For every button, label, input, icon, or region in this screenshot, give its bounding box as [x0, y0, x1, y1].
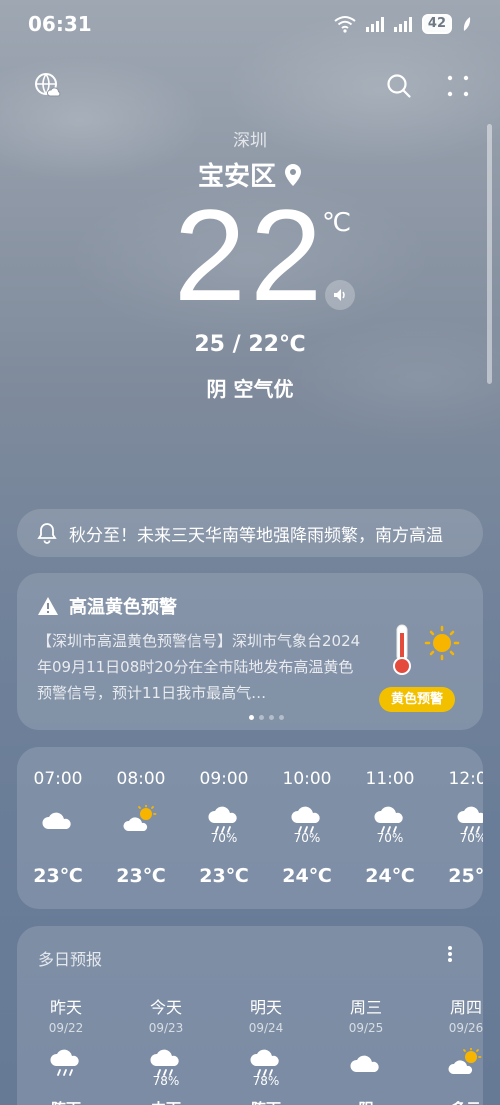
rain-icon — [289, 805, 325, 833]
thermometer-sun-icon — [393, 624, 460, 675]
day-precipitation: 78% — [152, 1074, 180, 1088]
city-manage-button[interactable] — [30, 68, 66, 104]
daily-forecast-card[interactable]: 多日预报 昨天 09/22 阵雨 今天 09/23 78% 中雨 明天 09/24 78% 阵雨 周三… — [17, 926, 483, 1105]
day-condition: 多云 — [426, 1098, 483, 1105]
top-bar — [0, 68, 500, 108]
rain-icon — [48, 1048, 84, 1078]
hour-temperature: 23℃ — [199, 865, 249, 887]
city-name: 深圳 — [233, 131, 267, 151]
warning-icon — [38, 597, 58, 615]
hour-time: 12:00 — [448, 769, 484, 789]
weather-alert-card[interactable]: 高温黄色预警 【深圳市高温黄色预警信号】深圳市气象台2024年09月11日08时… — [17, 573, 483, 730]
day-date: 09/23 — [148, 1021, 184, 1035]
cloudy-icon — [348, 1048, 384, 1078]
hour-time: 11:00 — [365, 769, 415, 789]
day-condition: 阵雨 — [226, 1098, 306, 1105]
temperature-range: 25 / 22℃ — [194, 332, 306, 357]
search-button[interactable] — [381, 68, 417, 104]
rain-icon — [372, 805, 408, 833]
condition-text: 阴 空气优 — [206, 377, 294, 401]
signal-icon-2 — [393, 16, 412, 32]
alert-level-badge: 黄色预警 — [379, 687, 455, 712]
day-date: 09/25 — [348, 1021, 384, 1035]
day-condition: 阵雨 — [26, 1098, 106, 1105]
partly-cloudy-icon — [123, 804, 159, 833]
hour-precipitation: 70% — [210, 831, 238, 845]
day-date: 09/22 — [48, 1021, 84, 1035]
alert-body: 【深圳市高温黄色预警信号】深圳市气象台2024年09月11日08时20分在全市陆… — [37, 632, 361, 702]
page-dot — [249, 715, 254, 720]
day-name: 周四 — [449, 998, 482, 1017]
current-temperature: 22 — [173, 182, 327, 328]
page-dot — [269, 715, 274, 720]
hour-time: 07:00 — [33, 769, 83, 789]
hour-temperature: 23℃ — [33, 865, 83, 887]
hour-time: 09:00 — [199, 769, 249, 789]
day-condition: 中雨 — [126, 1098, 206, 1105]
cloudy-icon — [40, 805, 76, 833]
more-grid-icon — [447, 75, 469, 97]
hour-time: 10:00 — [282, 769, 332, 789]
temperature-unit: ℃ — [322, 208, 352, 238]
battery-indicator: 42 — [421, 14, 452, 34]
day-date: 09/24 — [248, 1021, 284, 1035]
day-name: 今天 — [149, 998, 182, 1017]
hour-temperature: 25℃ — [448, 865, 483, 887]
speaker-icon — [334, 289, 345, 301]
more-vertical-icon[interactable] — [445, 944, 455, 964]
notice-text: 秋分至！未来三天华南等地强降雨频繁，南方高温 — [69, 525, 443, 546]
day-name: 昨天 — [49, 998, 82, 1017]
hour-temperature: 24℃ — [282, 865, 332, 887]
more-menu-button[interactable] — [440, 68, 476, 104]
globe-cloud-icon — [35, 73, 61, 97]
wifi-icon — [334, 16, 356, 33]
current-temp-block: 22 ℃ — [0, 190, 500, 320]
page-dot — [259, 715, 264, 720]
status-time: 06:31 — [28, 12, 92, 36]
alert-page-indicator — [249, 715, 284, 720]
status-icons: 42 — [334, 14, 472, 34]
day-condition: 阴 — [326, 1098, 406, 1105]
partly-cloudy-icon — [448, 1047, 483, 1078]
hour-temperature: 24℃ — [365, 865, 415, 887]
hour-precipitation: 70% — [459, 831, 483, 845]
rain-icon — [455, 805, 483, 833]
day-name: 明天 — [249, 998, 282, 1017]
signal-icon-1 — [365, 16, 384, 32]
alert-title: 高温黄色预警 — [69, 597, 177, 618]
page-dot — [279, 715, 284, 720]
hour-time: 08:00 — [116, 769, 166, 789]
hour-precipitation: 70% — [293, 831, 321, 845]
rain-icon — [206, 805, 242, 833]
bell-icon — [37, 523, 57, 544]
hour-precipitation: 70% — [376, 831, 404, 845]
notice-banner[interactable]: 秋分至！未来三天华南等地强降雨频繁，南方高温 — [17, 509, 483, 557]
hour-temperature: 23℃ — [116, 865, 166, 887]
leaf-icon — [463, 17, 471, 31]
hourly-forecast-card[interactable]: 07:00 23℃ 08:00 23℃ 09:00 70% 23℃ 10:00 70% 24℃ 11… — [17, 747, 483, 909]
voice-broadcast-button[interactable] — [325, 280, 355, 310]
day-date: 09/26 — [448, 1021, 483, 1035]
day-precipitation: 78% — [252, 1074, 280, 1088]
daily-forecast-title: 多日预报 — [38, 950, 103, 969]
alert-header: 高温黄色预警 — [37, 593, 177, 619]
day-name: 周三 — [349, 998, 382, 1017]
status-bar: 06:31 42 — [0, 0, 500, 50]
search-icon — [387, 74, 411, 98]
